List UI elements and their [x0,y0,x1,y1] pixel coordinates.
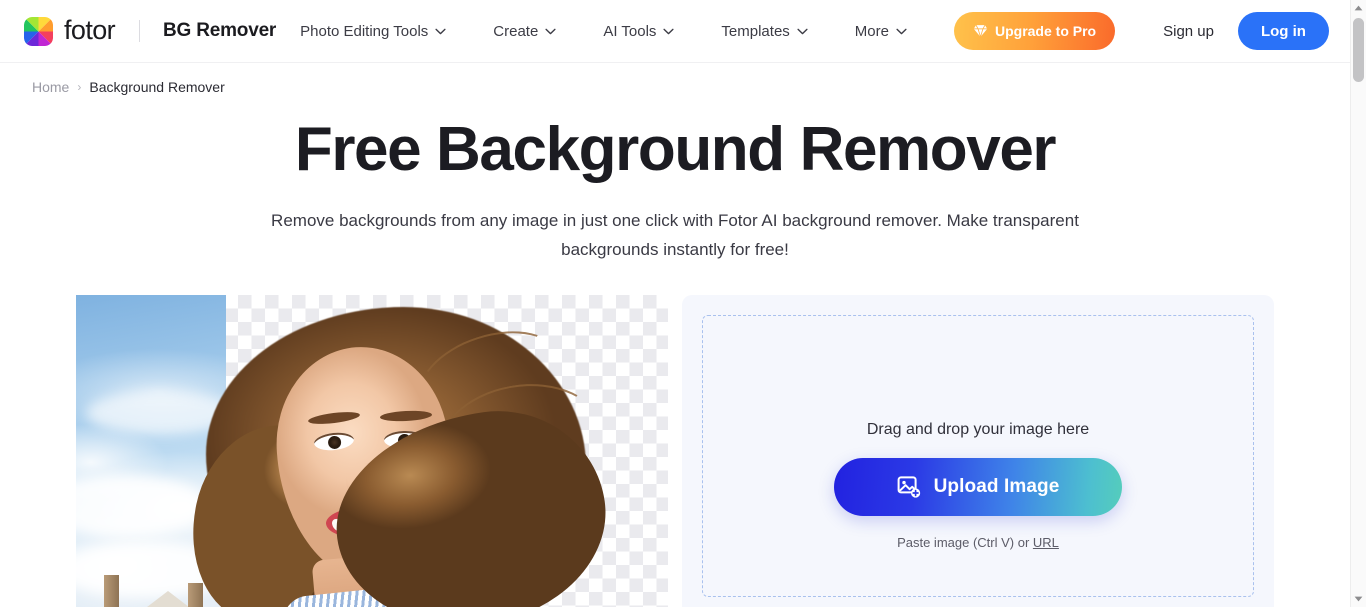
upload-controls: Drag and drop your image here Upload Ima… [682,421,1274,550]
page-root: fotor BG Remover Photo Editing Tools Cre… [0,0,1366,607]
primary-nav: Photo Editing Tools Create AI Tools Temp… [300,15,954,48]
upgrade-to-pro-button[interactable]: Upgrade to Pro [953,12,1116,50]
breadcrumb: Home › Background Remover [0,63,1350,95]
product-name: BG Remover [163,20,277,41]
chimney-shape [104,574,119,607]
chevron-down-icon [435,28,446,34]
upload-image-label: Upload Image [933,475,1060,497]
nav-label: AI Tools [603,22,657,40]
breadcrumb-current-page: Background Remover [89,79,225,95]
fotor-wordmark: fotor [64,14,116,45]
chevron-down-icon [896,28,907,34]
upload-image-button[interactable]: Upload Image [834,457,1122,516]
page-subtitle: Remove backgrounds from any image in jus… [271,210,1079,259]
brand-block[interactable]: fotor BG Remover [24,14,277,46]
nav-label: Create [493,22,539,40]
fotor-color-wheel-logo-icon [24,16,53,46]
nav-item-more[interactable]: More [855,15,907,48]
nav-item-ai-tools[interactable]: AI Tools [603,15,674,48]
browser-viewport: fotor BG Remover Photo Editing Tools Cre… [0,0,1350,607]
nav-item-photo-editing-tools[interactable]: Photo Editing Tools [300,15,446,48]
breadcrumb-separator-icon: › [77,80,82,94]
diamond-gem-icon [973,24,988,38]
chevron-down-icon [797,28,808,34]
iris-shape [327,435,342,450]
drag-and-drop-label: Drag and drop your image here [866,420,1090,438]
scroll-down-arrow-icon[interactable] [1351,591,1366,607]
site-header: fotor BG Remover Photo Editing Tools Cre… [0,0,1350,63]
upgrade-to-pro-label: Upgrade to Pro [994,23,1097,39]
page-scrollbar[interactable] [1350,0,1366,607]
scrollbar-thumb[interactable] [1353,18,1364,82]
nav-label: More [854,22,889,40]
nav-item-templates[interactable]: Templates [721,15,808,48]
image-plus-icon [897,476,920,498]
breadcrumb-home-link[interactable]: Home [32,79,69,95]
main-content: Drag and drop your image here Upload Ima… [0,294,1350,607]
header-actions: Upgrade to Pro Sign up Log in [953,12,1329,50]
paste-url-link[interactable]: URL [1033,535,1059,550]
paste-hint: Paste image (Ctrl V) or URL [897,535,1059,550]
nav-label: Templates [721,22,790,40]
log-in-button[interactable]: Log in [1237,12,1329,50]
brand-divider [139,20,141,42]
scroll-up-arrow-icon[interactable] [1351,0,1366,16]
upload-dropzone-panel[interactable]: Drag and drop your image here Upload Ima… [682,294,1274,607]
paste-hint-text: Paste image (Ctrl V) or [897,534,1033,550]
nav-item-create[interactable]: Create [493,15,556,48]
chevron-down-icon [545,28,556,34]
chevron-down-icon [663,28,674,34]
portrait-subject [174,295,620,607]
sign-up-button[interactable]: Sign up [1151,15,1226,48]
nav-label: Photo Editing Tools [300,22,429,40]
before-after-preview-image [76,294,668,607]
page-title: Free Background Remover [294,115,1057,184]
